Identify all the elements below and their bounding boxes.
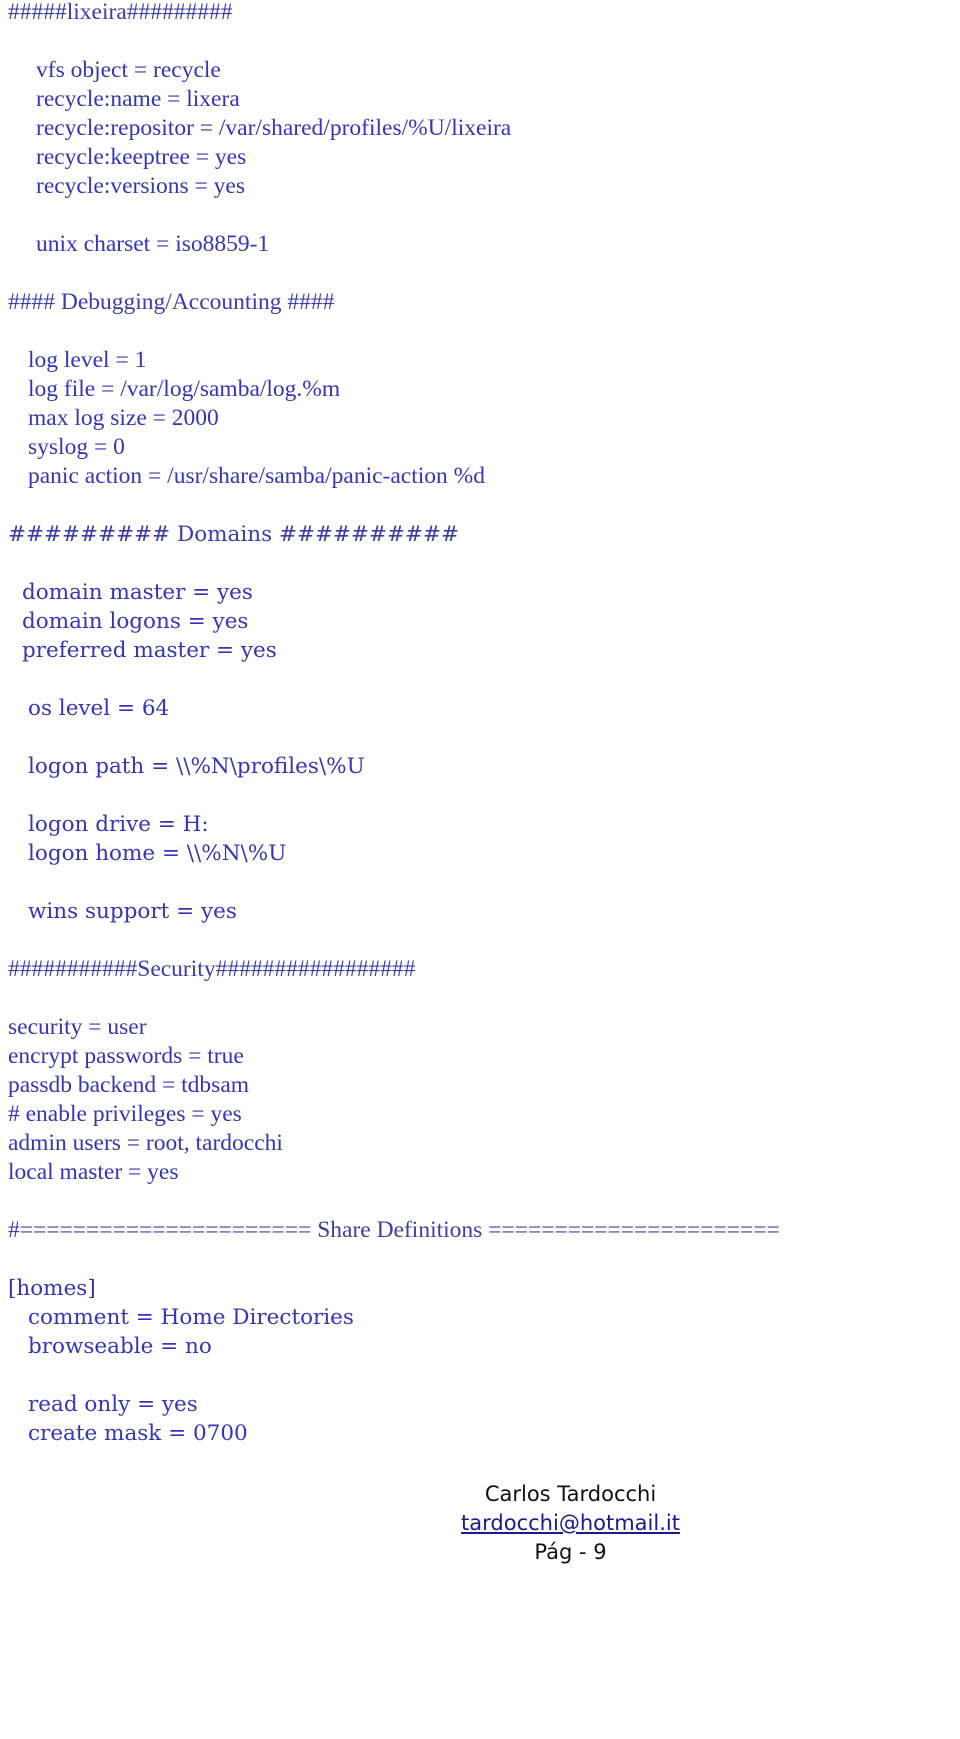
footer-email: tardocchi@hotmail.it [0,1508,960,1538]
config-line: domain logons = yes [22,609,249,634]
config-line: syslog = 0 [28,434,125,460]
section-header: #====================== Share Definition… [8,1217,780,1243]
config-line: os level = 64 [28,696,170,721]
config-line: log level = 1 [28,347,147,373]
config-line: recycle:versions = yes [36,173,246,199]
config-line: # enable privileges = yes [8,1101,242,1127]
config-line: read only = yes [28,1392,198,1417]
config-line: domain master = yes [22,580,253,605]
config-line: vfs object = recycle [36,57,221,83]
config-line: recycle:repositor = /var/shared/profiles… [36,115,512,141]
config-line: [homes] [8,1276,96,1301]
config-line: panic action = /usr/share/samba/panic-ac… [28,463,485,489]
config-line: wins support = yes [28,899,237,924]
config-line: create mask = 0700 [28,1421,248,1446]
section-header: #### Debugging/Accounting #### [8,289,335,315]
config-line: unix charset = iso8859-1 [36,231,270,257]
config-line: recycle:keeptree = yes [36,144,247,170]
config-line: max log size = 2000 [28,405,219,431]
footer-page-number: Pág - 9 [534,1540,607,1564]
email-link[interactable]: tardocchi@hotmail.it [461,1511,680,1535]
config-line: comment = Home Directories [28,1305,354,1330]
config-line: admin users = root, tardocchi [8,1130,283,1156]
config-line: browseable = no [28,1334,212,1359]
config-line: security = user [8,1014,147,1040]
section-header: ######### Domains ########## [8,522,460,547]
config-line: logon home = \\%N\%U [28,841,287,866]
config-line: logon path = \\%N\profiles\%U [28,754,365,779]
config-line: encrypt passwords = true [8,1043,244,1069]
config-line: passdb backend = tdbsam [8,1072,250,1098]
section-header: ###########Security################# [8,956,416,982]
footer-author: Carlos Tardocchi [484,1482,657,1506]
config-line: logon drive = H: [28,812,209,837]
config-line: local master = yes [8,1159,179,1185]
section-header: #####lixeira######### [8,0,233,25]
config-line: recycle:name = lixera [36,86,240,112]
config-line: preferred master = yes [22,638,277,663]
config-line: log file = /var/log/samba/log.%m [28,376,341,402]
